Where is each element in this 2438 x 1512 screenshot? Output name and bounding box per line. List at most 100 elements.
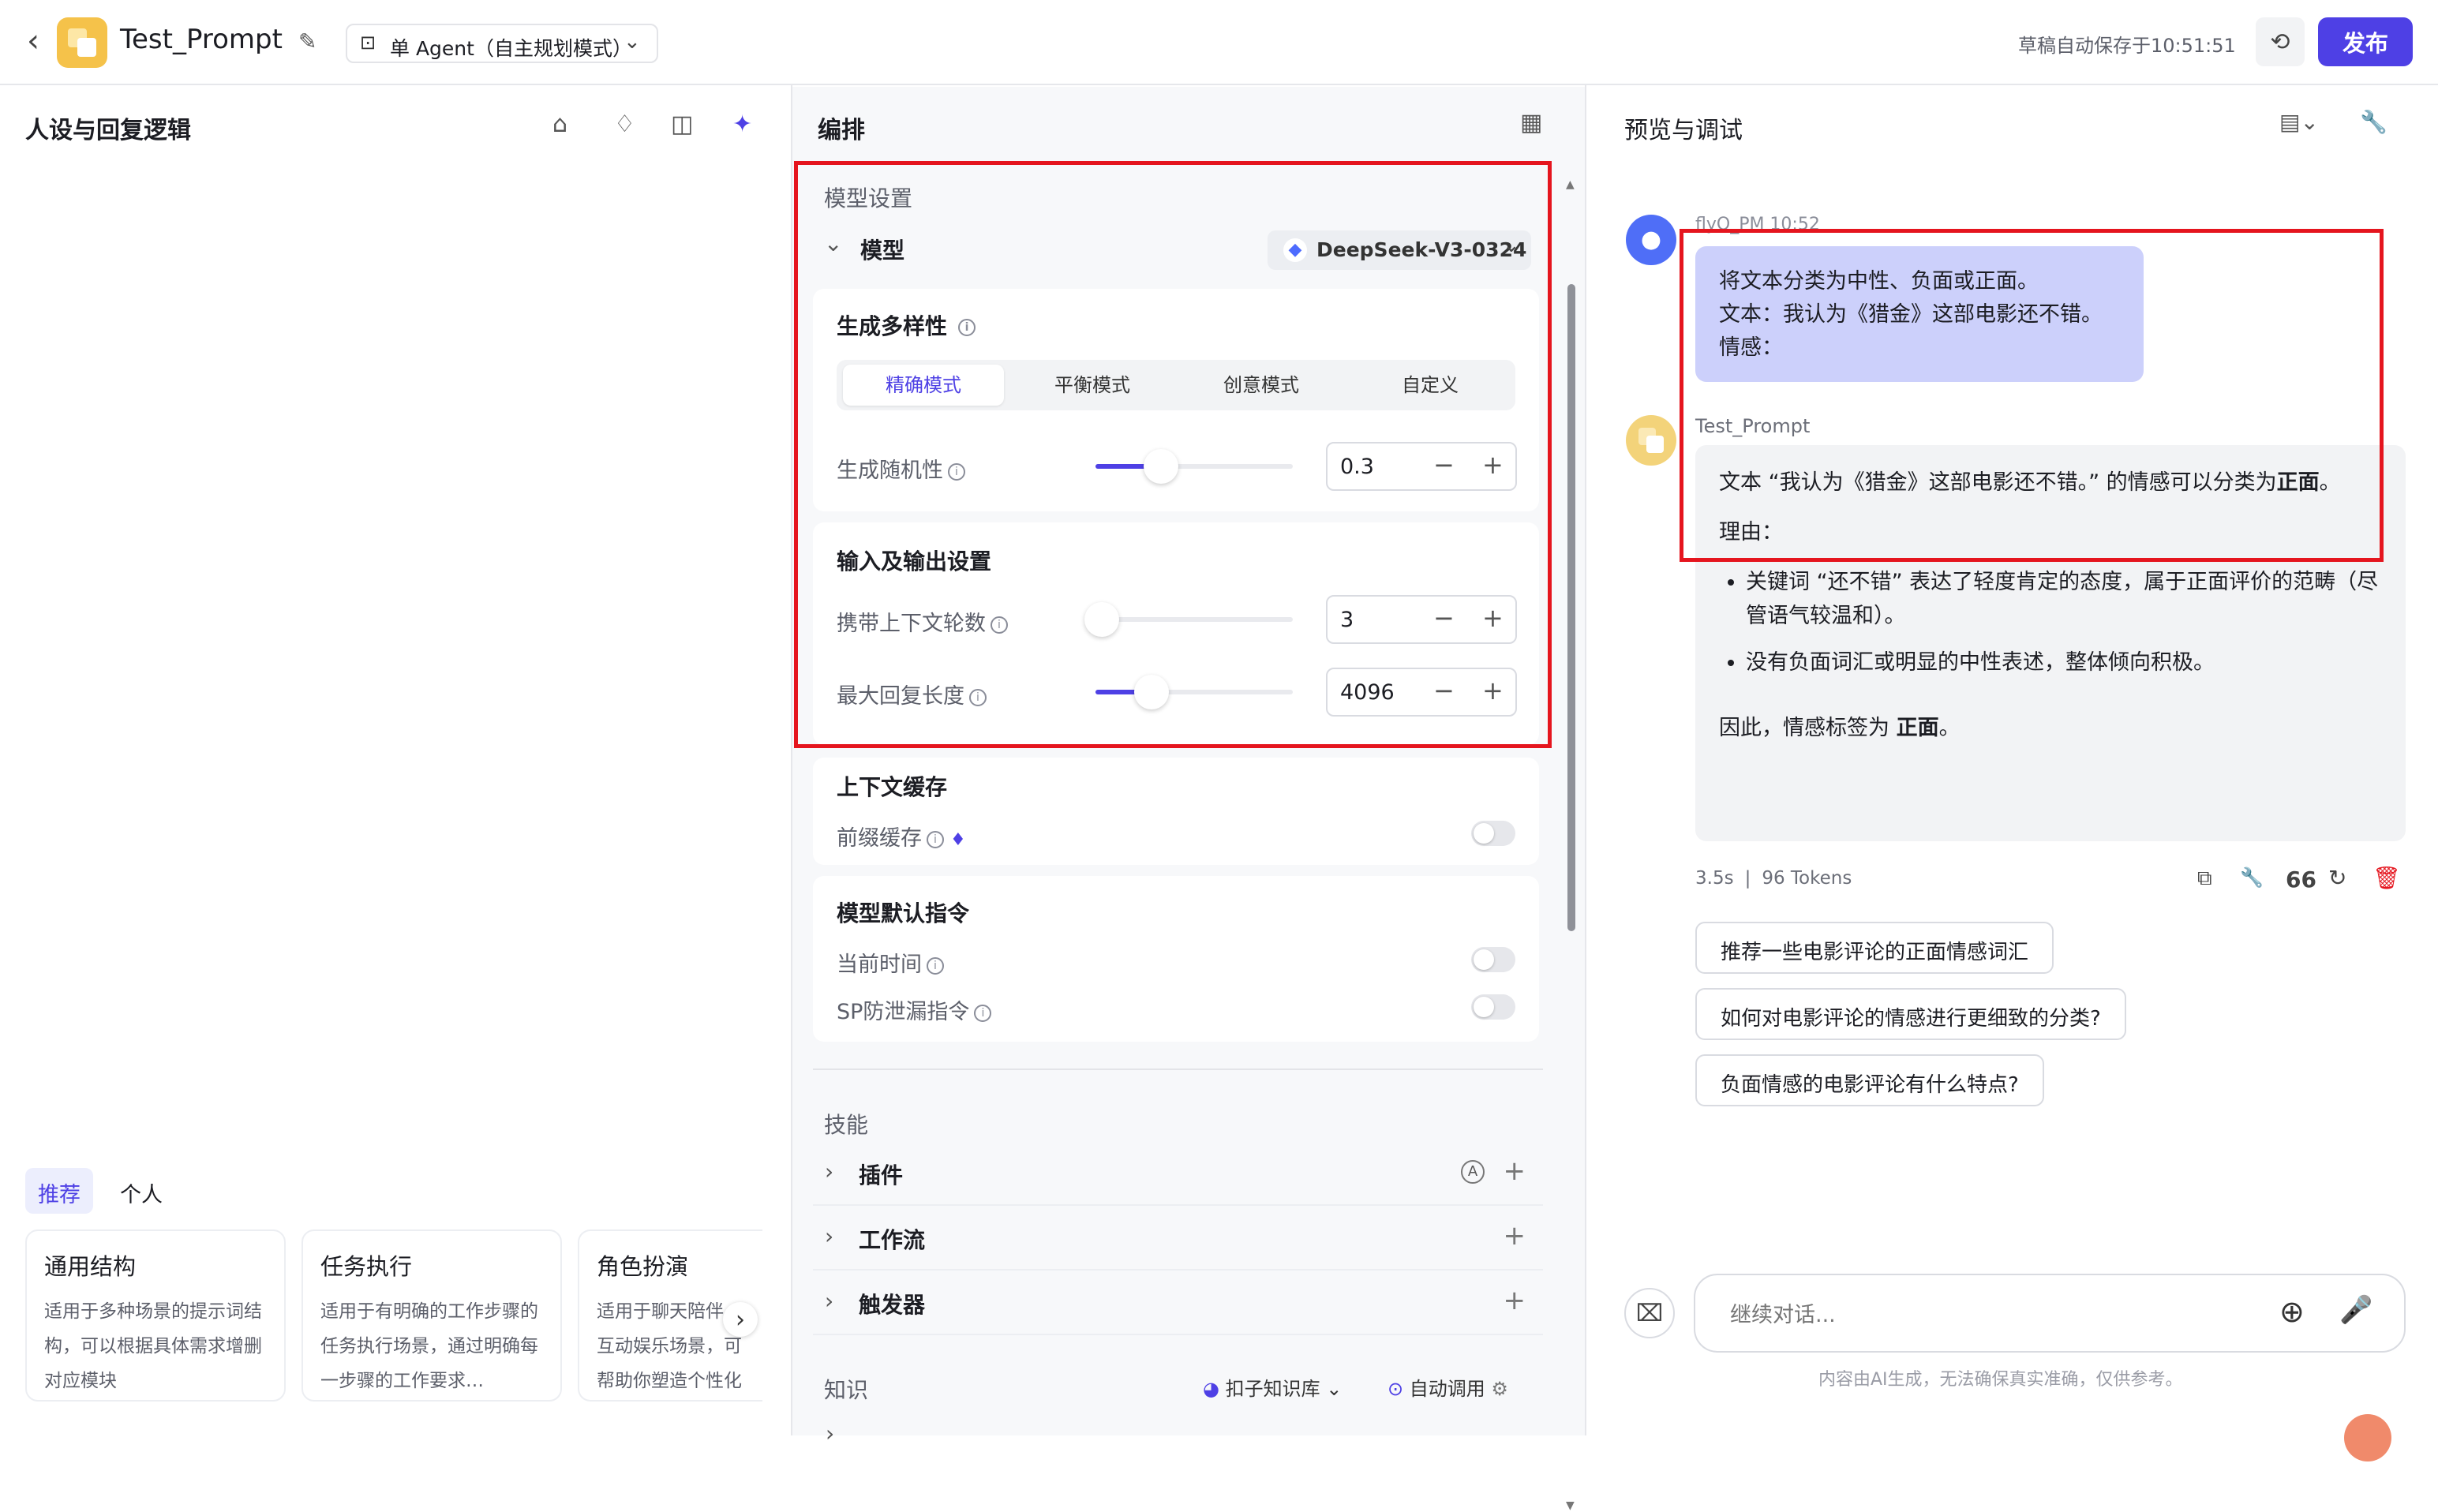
conclusion-end: 。 [1938,716,1961,740]
bot-avatar [1626,415,1676,466]
clear-context-icon[interactable]: ⌧ [1624,1288,1675,1338]
floating-assistant-avatar[interactable] [2344,1414,2391,1461]
chevron-right-icon: › [825,1158,834,1185]
template-desc: 适用于多种场景的提示词结构，可以根据具体需求增删对应模块 [44,1301,262,1391]
reason-item: 关键词 “还不错” 表达了轻度肯定的态度，属于正面评价的范畴（尽管语气较温和）。 [1746,565,2382,633]
reason-list: 关键词 “还不错” 表达了轻度肯定的态度，属于正面评价的范畴（尽管语气较温和）。… [1719,565,2382,679]
sp-leak-toggle[interactable] [1471,994,1515,1020]
agent-icon: ⊡ [360,32,376,54]
message-stats: 3.5s | 96 Tokens [1695,868,1852,889]
scrollbar-track[interactable]: ▲ ▼ [1564,174,1577,1512]
knowledge-heading: 知识 [824,1377,869,1403]
template-desc: 适用于聊天陪伴、互动娱乐场景，可帮助你塑造个性化的人物角色 [597,1301,742,1391]
template-title: 通用结构 [44,1253,137,1280]
token-count: 96 Tokens [1762,868,1852,889]
skill-row-triggers[interactable]: › 触发器 + [813,1271,1543,1335]
agent-mode-label: 单 Agent（自主规划模式） [390,37,632,60]
wrench-icon[interactable]: 🔧 [2240,866,2264,889]
bulb-icon[interactable]: ♢ [614,110,635,138]
microphone-icon[interactable]: 🎤 [2339,1294,2372,1326]
prompt-library-icon[interactable]: ⌂ [552,110,567,138]
template-desc: 适用于有明确的工作步骤的任务执行场景，通过明确每一步骤的工作要求… [320,1301,538,1391]
refresh-icon[interactable]: ↻ [2328,865,2346,891]
skill-row-label: 插件 [859,1162,904,1188]
tab-personal[interactable]: 个人 [110,1168,172,1214]
chevron-right-icon[interactable]: › [826,1420,834,1447]
skill-row-plugins[interactable]: › 插件 A + [813,1141,1543,1206]
suggestion-chip[interactable]: 推荐一些电影评论的正面情感词汇 [1695,922,2054,974]
suggestion-chip[interactable]: 如何对电影评论的情感进行更细致的分类? [1695,988,2126,1040]
gear-icon[interactable]: ⚙ [1491,1378,1508,1400]
conclusion-bold: 正面 [1896,716,1939,740]
sp-leak-label-text: SP防泄漏指令 [837,1000,970,1024]
layout-grid-icon[interactable]: ▦ [1520,109,1542,137]
agent-mode-selector[interactable]: ⊡ 单 Agent（自主规划模式） ⌄ [346,24,658,63]
orchestration-title: 编排 [818,117,865,144]
current-time-label: 当前时间 i [837,947,944,978]
sp-leak-label: SP防泄漏指令 i [837,994,992,1025]
app-logo [57,17,107,68]
copy-icon[interactable]: ⧉ [2197,866,2212,891]
persona-title: 人设与回复逻辑 [25,117,191,144]
autosave-status: 草稿自动保存于10:51:51 [2018,35,2236,57]
skill-row-label: 工作流 [859,1227,926,1253]
conclusion-lead: 因此，情感标签为 [1719,716,1897,740]
scroll-up-arrow[interactable]: ▲ [1566,178,1575,191]
debug-view-icon[interactable]: ▤⌄ [2279,109,2319,135]
highlight-box-model-settings [794,161,1552,748]
top-bar: ‹ Test_Prompt ✎ ⊡ 单 Agent（自主规划模式） ⌄ 草稿自动… [0,0,2438,85]
template-title: 任务执行 [320,1253,413,1280]
chat-input[interactable] [1730,1297,2251,1332]
reason-item: 没有负面词汇或明显的中性表述，整体倾向积极。 [1746,646,2382,679]
auto-badge-icon[interactable]: A [1461,1160,1485,1184]
user-avatar: ● [1626,215,1676,265]
context-cache-title: 上下文缓存 [837,774,948,800]
scrollbar-thumb[interactable] [1567,284,1575,931]
plus-icon[interactable]: + [1504,1220,1526,1252]
add-attachment-icon[interactable]: ⊕ [2279,1294,2305,1329]
ai-optimize-icon[interactable]: ✦ [732,110,752,138]
plus-icon[interactable]: + [1504,1285,1526,1316]
kb-robot-icon: ◕ [1203,1378,1219,1400]
knowledge-base-selector[interactable]: ◕ 扣子知识库 ⌄ [1203,1373,1342,1401]
plus-icon[interactable]: + [1504,1155,1526,1187]
template-card-general[interactable]: 通用结构 适用于多种场景的提示词结构，可以根据具体需求增删对应模块 [25,1229,286,1402]
chevron-down-icon: ⌄ [1326,1378,1343,1400]
highlight-box-chat [1680,229,2384,562]
info-icon[interactable]: i [927,956,944,975]
prefix-cache-label: 前缀缓存 i ♦ [837,821,966,851]
kb-label: 扣子知识库 [1225,1378,1320,1400]
edit-icon[interactable]: ✎ [298,28,316,54]
auto-invoke-label: 自动调用 [1409,1378,1485,1400]
suggestion-chip[interactable]: 负面情感的电影评论有什么特点? [1695,1054,2044,1106]
chevron-down-icon: ⌄ [624,30,641,54]
next-templates-icon[interactable]: › [723,1302,758,1337]
auto-invoke-icon: ⊙ [1388,1378,1404,1400]
current-time-toggle[interactable] [1471,947,1515,972]
auto-invoke-selector[interactable]: ⊙ 自动调用 ⚙ [1388,1373,1508,1401]
info-icon[interactable]: i [927,830,944,848]
info-icon[interactable]: i [974,1004,992,1022]
template-title: 角色扮演 [597,1253,689,1280]
delete-icon[interactable]: 🗑 [2372,865,2401,891]
quote-icon[interactable]: 66 [2286,866,2316,893]
publish-button[interactable]: 发布 [2318,17,2413,66]
template-card-task[interactable]: 任务执行 适用于有明确的工作步骤的任务执行场景，通过明确每一步骤的工作要求… [301,1229,562,1402]
chat-input-box[interactable]: ⊕ 🎤 [1694,1274,2406,1353]
current-time-label-text: 当前时间 [837,952,922,977]
prefix-cache-toggle[interactable] [1471,821,1515,846]
scroll-down-arrow[interactable]: ▼ [1566,1499,1575,1512]
wrench-icon[interactable]: 🔧 [2360,109,2387,135]
chevron-right-icon: › [825,1288,834,1314]
premium-gem-icon: ♦ [950,830,966,850]
section-divider [813,1069,1543,1070]
skills-heading: 技能 [824,1112,869,1138]
history-icon[interactable]: ⟲ [2256,17,2305,66]
default-instructions-title: 模型默认指令 [837,900,970,926]
chevron-right-icon: › [825,1223,834,1249]
back-chevron-icon[interactable]: ‹ [17,23,49,59]
ai-disclaimer: 内容由AI生成，无法确保真实准确，仅供参考。 [1818,1370,2183,1390]
skill-row-workflow[interactable]: › 工作流 + [813,1206,1543,1271]
compare-icon[interactable]: ◫ [671,110,693,138]
tab-recommend[interactable]: 推荐 [25,1168,93,1214]
